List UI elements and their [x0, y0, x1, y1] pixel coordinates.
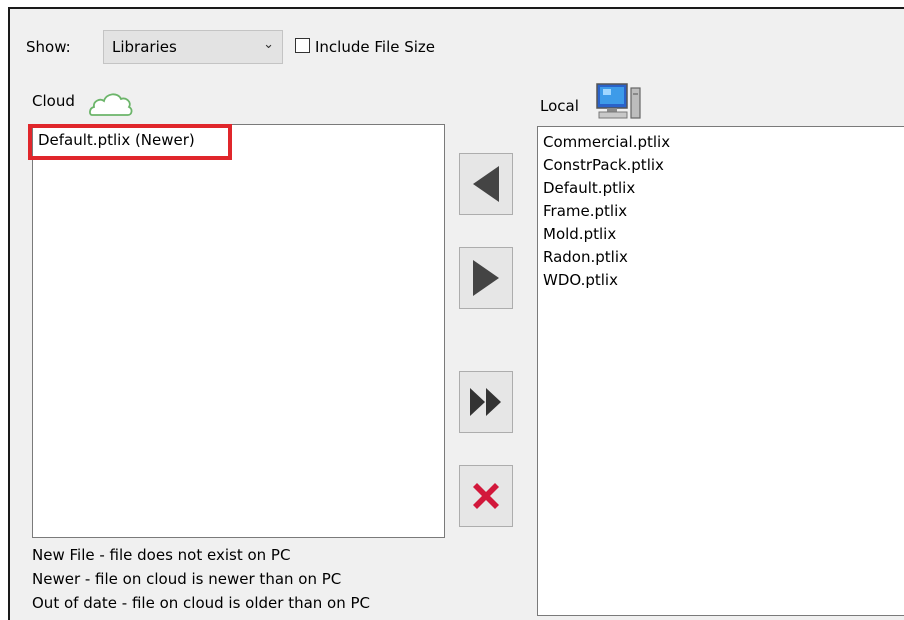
local-list-item[interactable]: Radon.ptlix: [543, 248, 628, 266]
computer-icon: [596, 83, 641, 119]
local-list-item[interactable]: WDO.ptlix: [543, 271, 618, 289]
show-dropdown-value: Libraries: [112, 38, 177, 56]
cloud-label: Cloud: [32, 92, 75, 110]
red-x-icon: [473, 483, 499, 509]
local-list-item[interactable]: Commercial.ptlix: [543, 133, 670, 151]
cloud-icon: [89, 93, 133, 116]
legend-newer: Newer - file on cloud is newer than on P…: [32, 570, 342, 588]
highlight-annotation: [28, 124, 232, 160]
legend-out-of-date: Out of date - file on cloud is older tha…: [32, 594, 371, 612]
include-file-size-label[interactable]: Include File Size: [315, 38, 435, 56]
transfer-all-button[interactable]: [459, 371, 513, 433]
delete-button[interactable]: [459, 465, 513, 527]
triangle-left-icon: [473, 166, 499, 202]
cloud-file-list[interactable]: [32, 124, 445, 538]
triangle-right-icon: [473, 260, 499, 296]
legend-new-file: New File - file does not exist on PC: [32, 546, 291, 564]
local-list-item[interactable]: Mold.ptlix: [543, 225, 616, 243]
double-chevron-right-icon: [470, 388, 501, 416]
local-list-item[interactable]: Default.ptlix: [543, 179, 635, 197]
local-file-list[interactable]: [537, 126, 904, 616]
show-dropdown[interactable]: Libraries ⌄: [103, 30, 283, 64]
include-file-size-checkbox[interactable]: [295, 38, 310, 53]
local-list-item[interactable]: Frame.ptlix: [543, 202, 627, 220]
upload-to-local-button[interactable]: [459, 247, 513, 309]
download-to-cloud-button[interactable]: [459, 153, 513, 215]
local-list-item[interactable]: ConstrPack.ptlix: [543, 156, 664, 174]
show-label: Show:: [26, 38, 71, 56]
chevron-down-icon: ⌄: [263, 37, 274, 52]
local-label: Local: [540, 97, 579, 115]
